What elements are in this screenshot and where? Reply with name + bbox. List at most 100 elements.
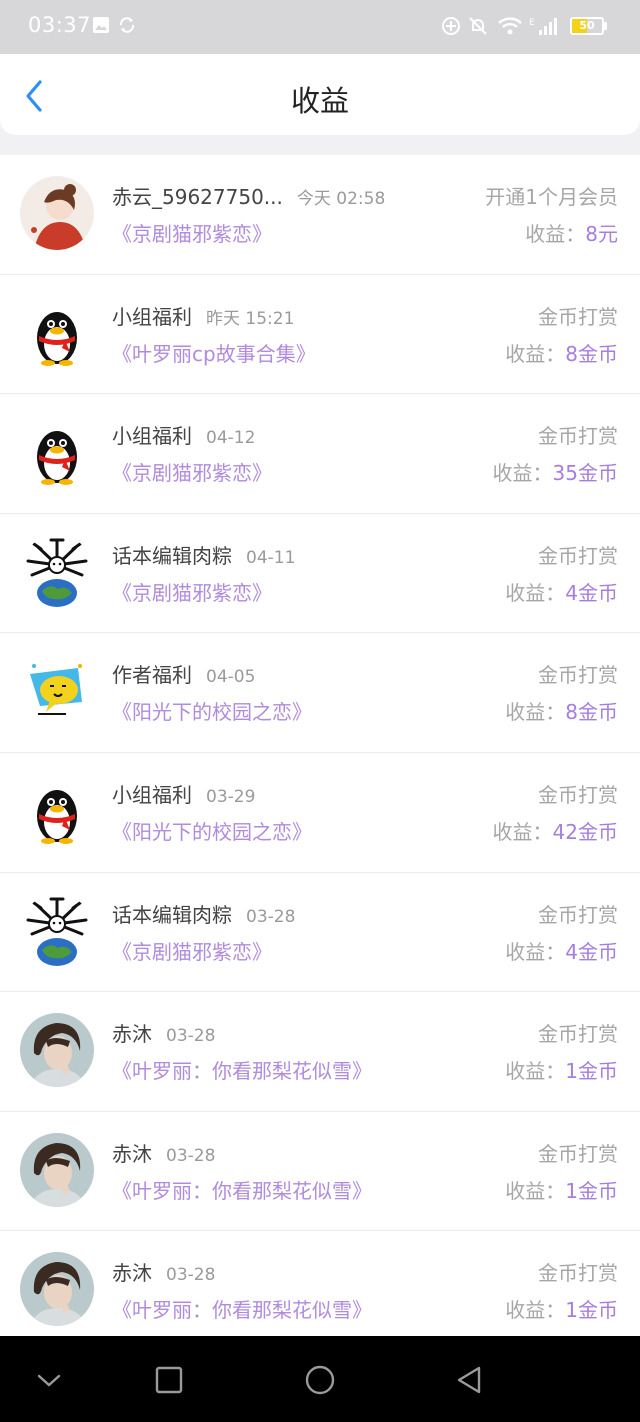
income-type: 金币打赏 [538,543,618,568]
chat-bubble-avatar [20,654,94,729]
work-title[interactable]: 《叶罗丽cp故事合集》 [112,338,316,367]
sender-name-text: 赤云_59627750... [112,185,283,209]
status-time: 03:37 [28,13,92,37]
recents-square-icon[interactable] [151,1362,187,1398]
work-title[interactable]: 《京剧猫邪紫恋》 [112,457,272,486]
sender-name: 作者福利 04-05 [112,659,255,688]
timestamp: 03-28 [166,1265,216,1286]
avatar[interactable] [20,1252,94,1327]
work-title[interactable]: 《阳光下的校园之恋》 [112,696,312,725]
sender-name-text: 小组福利 [112,782,192,807]
income-type: 金币打赏 [538,1261,618,1286]
app-header: 收益 [0,54,640,135]
penguin-avatar [20,773,94,848]
wifi-icon [498,17,522,35]
income-type: 金币打赏 [538,1022,618,1047]
timestamp: 03-29 [206,786,256,807]
timestamp: 昨天 15:21 [206,308,295,329]
income-row[interactable]: 作者福利 04-05 《阳光下的校园之恋》 金币打赏 收益：8金币 [0,633,640,753]
income-row[interactable]: 赤沐 03-28 《叶罗丽：你看那梨花似雪》 金币打赏 收益：1金币 [0,1231,640,1336]
boy-avatar [20,1013,94,1088]
income-type: 金币打赏 [538,902,618,927]
income-row[interactable]: 小组福利 昨天 15:21 《叶罗丽cp故事合集》 金币打赏 收益：8金币 [0,275,640,395]
work-title[interactable]: 《叶罗丽：你看那梨花似雪》 [112,1175,372,1204]
work-title[interactable]: 《京剧猫邪紫恋》 [112,218,272,247]
income-row[interactable]: 赤沐 03-28 《叶罗丽：你看那梨花似雪》 金币打赏 收益：1金币 [0,992,640,1112]
sender-name: 赤云_59627750... 今天 02:58 [112,181,385,210]
income-label: 收益： [505,1298,566,1323]
work-title[interactable]: 《京剧猫邪紫恋》 [112,577,272,606]
income-type: 金币打赏 [538,782,618,807]
avatar[interactable] [20,1013,94,1088]
work-title[interactable]: 《叶罗丽：你看那梨花似雪》 [112,1294,372,1323]
work-title[interactable]: 《阳光下的校园之恋》 [112,816,312,845]
work-title[interactable]: 《叶罗丽：你看那梨花似雪》 [112,1055,372,1084]
image-icon [93,17,109,33]
avatar[interactable] [20,1132,94,1207]
income-amount: 收益：42金币 [493,816,618,845]
globe-avatar [20,893,94,968]
add-circle-icon [442,17,460,35]
sender-name-text: 作者福利 [112,663,192,688]
income-label: 收益： [492,819,553,844]
income-label: 收益： [525,222,586,246]
income-type: 金币打赏 [538,663,618,688]
avatar[interactable] [20,893,94,968]
sender-name-text: 小组福利 [112,424,192,449]
income-row[interactable]: 小组福利 04-12 《京剧猫邪紫恋》 金币打赏 收益：35金币 [0,394,640,514]
income-value: 1金币 [565,1178,618,1203]
income-value: 8金币 [565,700,618,725]
avatar[interactable] [20,415,94,490]
sender-name: 话本编辑肉粽 03-28 [112,899,295,928]
avatar[interactable] [20,654,94,729]
income-label: 收益： [505,1178,566,1203]
income-row[interactable]: 话本编辑肉粽 03-28 《京剧猫邪紫恋》 金币打赏 收益：4金币 [0,873,640,993]
system-nav-bar [0,1336,640,1422]
page-title: 收益 [290,84,349,118]
timestamp: 04-11 [246,547,296,568]
sender-name: 话本编辑肉粽 04-11 [112,540,295,569]
work-title[interactable]: 《京剧猫邪紫恋》 [112,936,272,965]
income-row[interactable]: 话本编辑肉粽 04-11 《京剧猫邪紫恋》 金币打赏 收益：4金币 [0,514,640,634]
income-list: 赤云_59627750... 今天 02:58 《京剧猫邪紫恋》 开通1个月会员 … [0,155,640,1336]
income-row[interactable]: 赤云_59627750... 今天 02:58 《京剧猫邪紫恋》 开通1个月会员 … [0,155,640,275]
income-value: 35金币 [552,461,618,486]
income-type: 开通1个月会员 [485,185,618,209]
signal-icon [539,18,557,35]
status-bar: 03:37 E 50 [0,0,640,54]
income-type: 金币打赏 [538,304,618,329]
income-label: 收益： [505,580,566,605]
boy-avatar [20,1132,94,1207]
income-value: 4金币 [565,580,618,605]
income-value: 1金币 [565,1298,618,1323]
timestamp: 今天 02:58 [296,189,386,209]
income-row[interactable]: 小组福利 03-29 《阳光下的校园之恋》 金币打赏 收益：42金币 [0,753,640,873]
avatar[interactable] [20,295,94,370]
avatar[interactable] [20,176,94,250]
income-amount: 收益：35金币 [493,457,618,486]
income-value: 8金币 [565,341,618,366]
network-type: E [529,18,535,28]
battery-icon: 50 [570,17,604,35]
chevron-down-icon[interactable] [31,1362,67,1398]
income-row[interactable]: 赤沐 03-28 《叶罗丽：你看那梨花似雪》 金币打赏 收益：1金币 [0,1112,640,1232]
income-value: 4金币 [565,939,618,964]
income-value: 42金币 [552,819,618,844]
income-label: 收益： [505,700,566,725]
income-amount: 收益：1金币 [505,1055,618,1084]
back-triangle-icon[interactable] [451,1362,487,1398]
income-value: 1金币 [565,1059,618,1084]
sync-icon [119,17,135,33]
sender-name-text: 小组福利 [112,304,192,329]
income-amount: 收益：1金币 [505,1294,618,1323]
sender-name-text: 话本编辑肉粽 [112,902,232,927]
penguin-avatar [20,415,94,490]
globe-avatar [20,534,94,609]
timestamp: 04-12 [206,428,256,449]
home-circle-icon[interactable] [302,1362,338,1398]
sender-name-text: 赤沐 [112,1261,152,1286]
avatar[interactable] [20,534,94,609]
avatar[interactable] [20,773,94,848]
girl-avatar [20,176,94,250]
sender-name: 赤沐 03-28 [112,1138,215,1167]
